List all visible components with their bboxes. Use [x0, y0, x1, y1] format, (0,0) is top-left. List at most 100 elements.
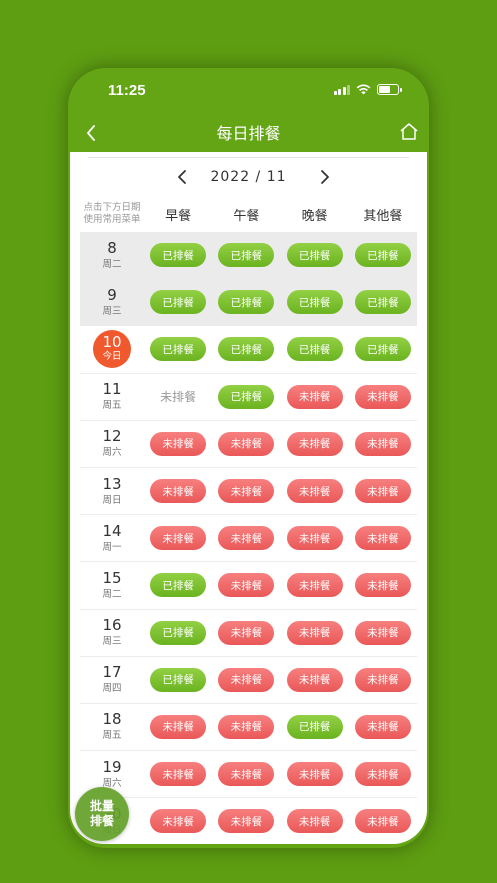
unscheduled-button[interactable]: 未排餐 [150, 526, 207, 551]
meal-cell: 未排餐 [281, 526, 349, 551]
day-row: 16 周三 已排餐 未排餐 未排餐 未排餐 [80, 610, 417, 657]
meal-cell: 已排餐 [281, 290, 349, 315]
back-icon[interactable] [80, 121, 104, 145]
unscheduled-button[interactable]: 未排餐 [286, 762, 343, 787]
prev-month-icon[interactable] [174, 168, 192, 186]
scheduled-button[interactable]: 已排餐 [286, 714, 343, 739]
date-cell[interactable]: 8 周二 [80, 232, 144, 278]
unscheduled-button[interactable]: 未排餐 [218, 620, 275, 645]
scheduled-button[interactable]: 已排餐 [150, 620, 207, 645]
home-icon[interactable] [397, 120, 421, 144]
scheduled-button[interactable]: 已排餐 [218, 337, 275, 362]
meal-cell: 未排餐 [349, 384, 417, 409]
unscheduled-button[interactable]: 未排餐 [354, 431, 411, 456]
meal-cell: 未排餐 [144, 431, 212, 456]
unscheduled-button[interactable]: 未排餐 [354, 384, 411, 409]
wifi-icon [356, 84, 371, 95]
unscheduled-button[interactable]: 未排餐 [150, 714, 207, 739]
unscheduled-button[interactable]: 未排餐 [218, 714, 275, 739]
unscheduled-button[interactable]: 未排餐 [286, 384, 343, 409]
scheduled-button[interactable]: 已排餐 [286, 243, 343, 268]
day-row: 18 周五 未排餐 未排餐 已排餐 未排餐 [80, 704, 417, 752]
unscheduled-button[interactable]: 未排餐 [354, 714, 411, 739]
unscheduled-button[interactable]: 未排餐 [354, 809, 411, 834]
unscheduled-text[interactable]: 未排餐 [160, 388, 196, 405]
meal-cell: 未排餐 [281, 431, 349, 456]
meal-cell: 未排餐 [349, 573, 417, 598]
scheduled-button[interactable]: 已排餐 [286, 290, 343, 315]
unscheduled-button[interactable]: 未排餐 [286, 431, 343, 456]
date-cell[interactable]: 13 周日 [80, 468, 144, 514]
unscheduled-button[interactable]: 未排餐 [218, 431, 275, 456]
unscheduled-button[interactable]: 未排餐 [354, 667, 411, 692]
meal-cell: 未排餐 [281, 667, 349, 692]
scheduled-button[interactable]: 已排餐 [354, 290, 411, 315]
scheduled-button[interactable]: 已排餐 [354, 243, 411, 268]
date-cell[interactable]: 12 周六 [80, 421, 144, 467]
unscheduled-button[interactable]: 未排餐 [218, 667, 275, 692]
page-title: 每日排餐 [216, 126, 281, 143]
date-cell[interactable]: 9 周三 [80, 279, 144, 325]
unscheduled-button[interactable]: 未排餐 [286, 620, 343, 645]
scheduled-button[interactable]: 已排餐 [150, 243, 207, 268]
unscheduled-button[interactable]: 未排餐 [354, 526, 411, 551]
unscheduled-button[interactable]: 未排餐 [150, 479, 207, 504]
scheduled-button[interactable]: 已排餐 [150, 667, 207, 692]
unscheduled-button[interactable]: 未排餐 [218, 762, 275, 787]
date-cell[interactable]: 16 周三 [80, 610, 144, 656]
unscheduled-button[interactable]: 未排餐 [218, 479, 275, 504]
unscheduled-button[interactable]: 未排餐 [354, 573, 411, 598]
unscheduled-button[interactable]: 未排餐 [354, 762, 411, 787]
date-number: 19 [102, 757, 122, 776]
scheduled-button[interactable]: 已排餐 [286, 337, 343, 362]
meal-cell: 未排餐 [212, 714, 280, 739]
month-navigator: 2022 / 11 [78, 158, 419, 196]
unscheduled-button[interactable]: 未排餐 [150, 809, 207, 834]
day-row: 19 周六 未排餐 未排餐 未排餐 未排餐 [80, 751, 417, 799]
unscheduled-button[interactable]: 未排餐 [150, 762, 207, 787]
meal-cell: 已排餐 [144, 667, 212, 692]
unscheduled-button[interactable]: 未排餐 [286, 809, 343, 834]
scheduled-button[interactable]: 已排餐 [150, 290, 207, 315]
scheduled-button[interactable]: 已排餐 [354, 337, 411, 362]
date-cell[interactable]: 18 周五 [80, 704, 144, 750]
date-number: 10 [102, 333, 122, 352]
meal-cell: 未排餐 [212, 479, 280, 504]
scheduled-button[interactable]: 已排餐 [218, 290, 275, 315]
meal-cell: 未排餐 [212, 573, 280, 598]
day-row: 12 周六 未排餐 未排餐 未排餐 未排餐 [80, 421, 417, 468]
meal-cell: 未排餐 [212, 809, 280, 834]
unscheduled-button[interactable]: 未排餐 [286, 479, 343, 504]
date-cell[interactable]: 15 周二 [80, 562, 144, 608]
unscheduled-button[interactable]: 未排餐 [218, 526, 275, 551]
meal-cell: 未排餐 [212, 526, 280, 551]
day-row: 14 周一 未排餐 未排餐 未排餐 未排餐 [80, 515, 417, 563]
unscheduled-button[interactable]: 未排餐 [354, 479, 411, 504]
date-number: 12 [102, 427, 122, 446]
next-month-icon[interactable] [315, 168, 333, 186]
date-cell[interactable]: 10 今日 [80, 326, 144, 372]
scheduled-button[interactable]: 已排餐 [218, 243, 275, 268]
scheduled-button[interactable]: 已排餐 [150, 573, 207, 598]
unscheduled-button[interactable]: 未排餐 [286, 573, 343, 598]
unscheduled-button[interactable]: 未排餐 [150, 431, 207, 456]
meal-cell: 未排餐 [144, 526, 212, 551]
unscheduled-button[interactable]: 未排餐 [354, 620, 411, 645]
scheduled-button[interactable]: 已排餐 [218, 384, 275, 409]
date-number: 11 [102, 380, 122, 399]
batch-schedule-button[interactable]: 批量 排餐 [75, 787, 129, 841]
scheduled-button[interactable]: 已排餐 [150, 337, 207, 362]
unscheduled-button[interactable]: 未排餐 [218, 573, 275, 598]
meal-cell: 已排餐 [144, 290, 212, 315]
unscheduled-button[interactable]: 未排餐 [286, 667, 343, 692]
unscheduled-button[interactable]: 未排餐 [286, 526, 343, 551]
meal-cell: 未排餐 [281, 384, 349, 409]
unscheduled-button[interactable]: 未排餐 [218, 809, 275, 834]
date-cell[interactable]: 17 周四 [80, 657, 144, 703]
meal-cell: 未排餐 [281, 479, 349, 504]
meal-cell: 未排餐 [212, 620, 280, 645]
date-cell[interactable]: 14 周一 [80, 515, 144, 561]
meal-cell: 已排餐 [349, 290, 417, 315]
meal-cell: 已排餐 [281, 243, 349, 268]
date-cell[interactable]: 11 周五 [80, 374, 144, 420]
